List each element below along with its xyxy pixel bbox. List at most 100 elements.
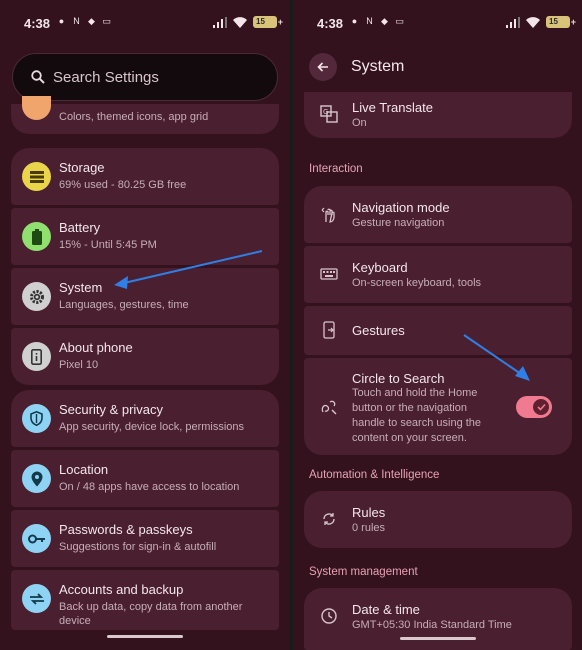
- gestures-phone-icon: [323, 321, 335, 339]
- status-time: 4:38: [24, 16, 51, 31]
- section-header-interaction: Interaction: [309, 163, 363, 175]
- chat-icon: ●: [58, 16, 65, 26]
- news-icon: N: [366, 16, 373, 26]
- circle-to-search-toggle[interactable]: [516, 396, 552, 418]
- toggle-knob: [533, 399, 549, 415]
- settings-item-about-phone[interactable]: About phone Pixel 10: [11, 328, 279, 385]
- settings-item-keyboard[interactable]: Keyboard On-screen keyboard, tools: [304, 246, 572, 303]
- check-icon: [536, 403, 546, 411]
- item-subtitle: 15% - Until 5:45 PM: [59, 239, 157, 251]
- settings-item-storage[interactable]: Storage 69% used - 80.25 GB free: [11, 148, 279, 205]
- battery-icon: [22, 222, 51, 251]
- item-subtitle: GMT+05:30 India Standard Time: [352, 619, 512, 631]
- settings-item-location[interactable]: Location On / 48 apps have access to loc…: [11, 450, 279, 507]
- home-gesture-bar[interactable]: [106, 635, 183, 638]
- automation-group: Rules 0 rules: [304, 491, 572, 551]
- status-bar: 4:38 ● N ◆ ▭ 15 +: [0, 0, 289, 44]
- location-icon: [22, 464, 51, 493]
- item-subtitle: App security, device lock, permissions: [59, 421, 245, 433]
- section-header-automation: Automation & Intelligence: [309, 469, 440, 481]
- search-settings-bar[interactable]: Search Settings: [12, 53, 278, 101]
- item-description-line: content on your screen.: [352, 432, 467, 444]
- wallpaper-subtitle: Colors, themed icons, app grid: [59, 111, 209, 123]
- wifi-icon: [233, 16, 247, 28]
- settings-item-circle-to-search[interactable]: Circle to Search Touch and hold the Home…: [304, 358, 572, 455]
- inbox-icon: ▭: [395, 16, 404, 26]
- display-group-partial: Colors, themed icons, app grid: [11, 96, 279, 137]
- battery-indicator: 15 +: [253, 16, 283, 28]
- item-title: Navigation mode: [352, 200, 450, 215]
- settings-item-security[interactable]: Security & privacy App security, device …: [11, 390, 279, 447]
- system-settings-screen: 4:38 ● N ◆ ▭ 15 + System G Live Translate…: [293, 0, 582, 650]
- item-subtitle: Languages, gestures, time: [59, 299, 189, 311]
- item-description-line: Touch and hold the Home: [352, 387, 478, 399]
- system-icons: 15 +: [213, 16, 283, 28]
- settings-item-passwords[interactable]: Passwords & passkeys Suggestions for sig…: [11, 510, 279, 567]
- signal-icon: [213, 16, 227, 28]
- item-title: About phone: [59, 340, 133, 355]
- wifi-icon: [526, 16, 540, 28]
- search-icon: [31, 70, 45, 84]
- shield-icon: [22, 404, 51, 433]
- rules-auto-icon: [323, 513, 335, 525]
- circle-search-icon: [321, 400, 337, 415]
- settings-item-battery[interactable]: Battery 15% - Until 5:45 PM: [11, 208, 279, 265]
- item-title: Keyboard: [352, 260, 408, 275]
- settings-item-navigation-mode[interactable]: Navigation mode Gesture navigation: [304, 186, 572, 243]
- item-subtitle: On: [352, 117, 367, 129]
- interaction-group: Navigation mode Gesture navigation Keybo…: [304, 186, 572, 458]
- bulb-icon: ◆: [381, 16, 388, 26]
- settings-item-live-translate[interactable]: G Live Translate On: [304, 92, 572, 138]
- chat-icon: ●: [351, 16, 358, 26]
- item-subtitle: Suggestions for sign-in & autofill: [59, 541, 217, 553]
- svg-text:G: G: [323, 108, 328, 116]
- item-title: Security & privacy: [59, 402, 164, 417]
- item-title: Live Translate: [352, 100, 433, 115]
- item-subtitle: 69% used - 80.25 GB free: [59, 179, 187, 191]
- item-description-line: handle to search using the: [352, 417, 482, 429]
- gear-icon: [22, 282, 51, 311]
- translate-group: G Live Translate On: [304, 92, 572, 141]
- item-title: System: [59, 280, 103, 295]
- item-subtitle: On-screen keyboard, tools: [352, 277, 482, 289]
- item-title: Storage: [59, 160, 105, 175]
- clock-icon: [321, 608, 337, 624]
- item-title: Rules: [352, 505, 386, 520]
- notification-icons: ● N ◆ ▭: [56, 16, 112, 27]
- status-bar: 4:38 ● N ◆ ▭ 15 +: [293, 0, 582, 44]
- settings-group-1: Storage 69% used - 80.25 GB free Battery…: [11, 148, 279, 388]
- item-subtitle: On / 48 apps have access to location: [59, 481, 240, 493]
- settings-group-2: Security & privacy App security, device …: [11, 390, 279, 633]
- system-icons: 15 +: [506, 16, 576, 28]
- translate-icon: G: [320, 105, 338, 123]
- phone-info-icon: [22, 342, 51, 371]
- item-title: Gestures: [352, 323, 405, 338]
- settings-item-system[interactable]: System Languages, gestures, time: [11, 268, 279, 325]
- item-title: Location: [59, 462, 109, 477]
- item-subtitle-line2: device: [59, 615, 91, 627]
- page-title: System: [351, 58, 405, 75]
- page-header: System: [293, 53, 582, 81]
- item-subtitle: 0 rules: [352, 522, 386, 534]
- keyboard-icon: [320, 268, 338, 280]
- wallpaper-style-item[interactable]: Colors, themed icons, app grid: [11, 96, 279, 134]
- item-subtitle: Pixel 10: [59, 359, 99, 371]
- inbox-icon: ▭: [102, 16, 111, 26]
- settings-item-accounts[interactable]: Accounts and backup Back up data, copy d…: [11, 570, 279, 630]
- status-time: 4:38: [317, 16, 344, 31]
- settings-item-rules[interactable]: Rules 0 rules: [304, 491, 572, 548]
- news-icon: N: [73, 16, 80, 26]
- battery-indicator: 15 +: [546, 16, 576, 28]
- back-button[interactable]: [309, 53, 337, 81]
- item-description-line: button or the navigation: [352, 402, 467, 414]
- settings-item-date-time[interactable]: Date & time GMT+05:30 India Standard Tim…: [304, 588, 572, 650]
- search-placeholder: Search Settings: [53, 68, 159, 86]
- notification-icons: ● N ◆ ▭: [349, 16, 405, 27]
- item-title: Date & time: [352, 602, 420, 617]
- item-title: Passwords & passkeys: [59, 522, 193, 537]
- settings-screen: 4:38 ● N ◆ ▭ 15 + Search Settings Colors,…: [0, 0, 289, 650]
- item-subtitle: Back up data, copy data from another: [59, 601, 243, 613]
- home-gesture-bar[interactable]: [399, 637, 476, 640]
- gesture-hand-icon: [321, 207, 335, 223]
- settings-item-gestures[interactable]: Gestures: [304, 306, 572, 355]
